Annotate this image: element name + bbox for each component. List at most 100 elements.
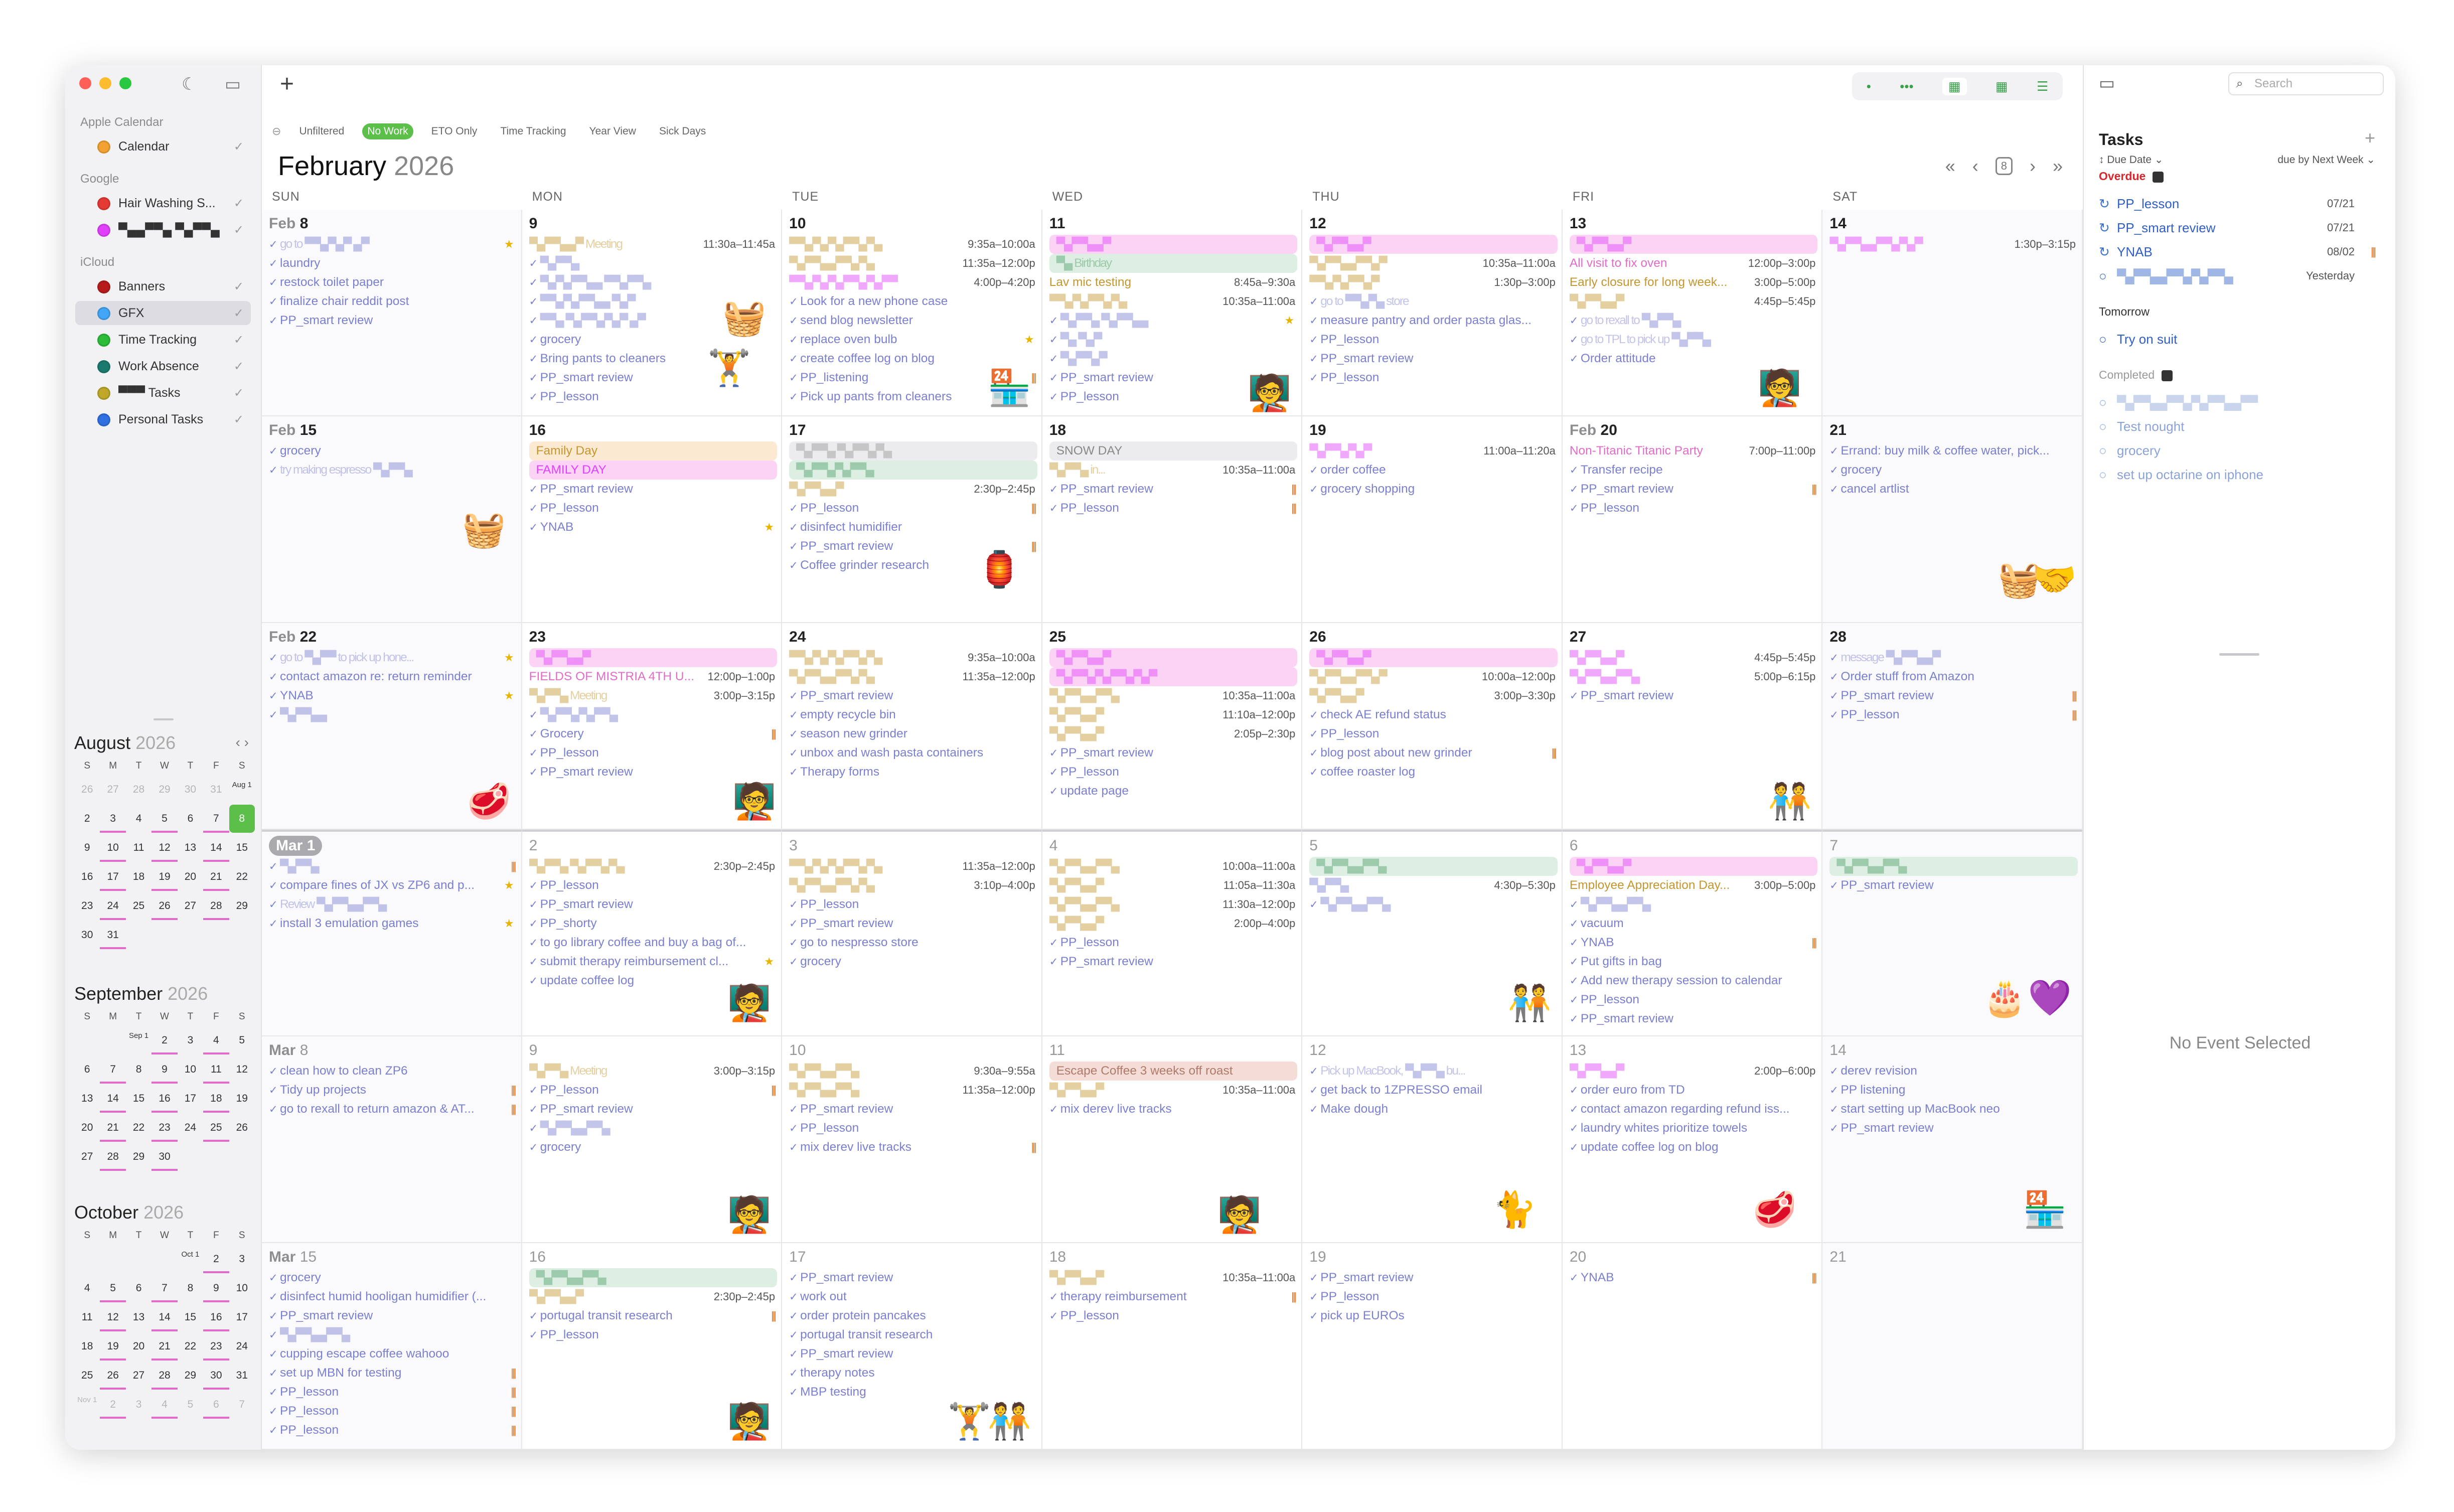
task-check-icon[interactable]: ✓ bbox=[789, 706, 800, 724]
task-check-icon[interactable]: ✓ bbox=[789, 518, 800, 537]
calendar-event[interactable]: ▀▀▄▀▄▀▄▀▀▄▀▄▀▀ 4:00p–4:20p bbox=[789, 273, 1037, 292]
mini-day[interactable]: 19 bbox=[100, 1332, 126, 1360]
task-check-icon[interactable]: ✓ bbox=[529, 518, 540, 537]
task-check-icon[interactable]: ✓ bbox=[1829, 1081, 1840, 1100]
mini-day[interactable]: 22 bbox=[229, 863, 255, 891]
mini-day[interactable]: 18 bbox=[74, 1332, 100, 1360]
resize-handle[interactable] bbox=[154, 718, 174, 720]
calendar-event[interactable]: ▀▄▀▀▄▄▀▀▄ 5:00p–6:15p bbox=[1570, 667, 1818, 686]
calendar-event[interactable]: ▀▄▀▀▄▄▀▀▄ 11:35a–12:00p bbox=[789, 1081, 1037, 1100]
calendar-event[interactable]: ✓ laundry whites prioritize towels bbox=[1570, 1119, 1818, 1138]
calendar-event[interactable]: ✓ ▀▄ ▀▄▀ bbox=[1049, 330, 1298, 349]
mini-day[interactable]: 7 bbox=[100, 1055, 126, 1084]
task-check-icon[interactable]: ✓ bbox=[529, 254, 540, 273]
mini-day[interactable]: 15 bbox=[229, 834, 255, 862]
mini-day[interactable]: 29 bbox=[178, 1362, 203, 1390]
calendar-event[interactable]: ▀▄▀▀▄▄▀ 10:35a–11:00a bbox=[1049, 1268, 1298, 1287]
day-cell[interactable]: 11 Escape Coffee 3 weeks off roast ▀▄▀▀▄▄▀… bbox=[1042, 1036, 1303, 1243]
task-check-icon[interactable]: ✓ bbox=[1049, 312, 1060, 330]
mini-day[interactable]: 14 bbox=[203, 834, 229, 862]
task-check-icon[interactable]: ✓ bbox=[529, 1307, 540, 1325]
calendar-event[interactable]: ✓ PP_lesson bbox=[1309, 330, 1558, 349]
mini-day[interactable]: 31 bbox=[229, 1362, 255, 1390]
calendar-event[interactable]: ✓ ▀▄▀▀▄▀▄▀▀▄ bbox=[529, 705, 778, 724]
mini-day[interactable]: Oct 1 bbox=[178, 1245, 203, 1273]
task-check-icon[interactable]: ✓ bbox=[529, 388, 540, 406]
calendar-event[interactable]: ✓ grocery bbox=[269, 441, 517, 461]
calendar-event[interactable]: ✓ therapy notes bbox=[789, 1364, 1037, 1383]
calendar-event[interactable]: ✓ try making espresso ▀▄▀▀▄ bbox=[269, 461, 517, 480]
calendar-event[interactable]: ▀▄▀▀▄▄▀ 2:30p–2:45p bbox=[789, 480, 1037, 499]
calendar-event[interactable]: ✓ MBP testing bbox=[789, 1383, 1037, 1402]
task-check-icon[interactable]: ✓ bbox=[269, 1288, 280, 1306]
task-check-icon[interactable]: ✓ bbox=[1829, 649, 1840, 667]
calendar-event[interactable]: ✓ Pick up MacBook, ▀▄▀▀▄ bu... bbox=[1309, 1062, 1558, 1081]
mini-day[interactable]: 26 bbox=[151, 892, 178, 920]
mini-day[interactable]: 19 bbox=[151, 863, 178, 891]
day-cell[interactable]: Feb 22 ✓ go to ▀▄▀▀ to pick up hone... ★ ✓ co… bbox=[262, 623, 522, 830]
calendar-event[interactable]: ✓ PP_lesson bbox=[529, 876, 778, 895]
day-cell[interactable]: 9 ▀▄▀▀▄▄▀ Meeting 11:30a–11:45a ✓ ▀▄▀▀▄ ✓ ▀▄▀▄… bbox=[522, 210, 783, 416]
mini-day[interactable]: 16 bbox=[151, 1085, 178, 1113]
day-cell[interactable]: 11 ▀▄▀▀▄▄▀ ▀▄ Birthday Lav mic testing 8:45a… bbox=[1042, 210, 1303, 416]
task-check-icon[interactable]: ✓ bbox=[1049, 744, 1060, 763]
calendar-event[interactable]: ✓ grocery bbox=[269, 1268, 517, 1287]
day-cell[interactable]: 14 ▀▄▀▀▄▄▀▀▄▀▄▀ 1:30p–3:15p bbox=[1822, 210, 2083, 416]
task-check-icon[interactable]: ✓ bbox=[269, 1383, 280, 1402]
calendar-event[interactable]: ▀▄▀▀▄ ▀▄▀▀▄▀▄ 2:30p–2:45p bbox=[529, 857, 778, 876]
mini-day[interactable]: 24 bbox=[100, 892, 126, 920]
mini-day[interactable]: 27 bbox=[126, 1362, 151, 1390]
task-check-icon[interactable]: ✓ bbox=[529, 1100, 540, 1119]
calendar-event[interactable]: ✓ PP_lesson bbox=[789, 1119, 1037, 1138]
calendar-event[interactable]: ✓ coffee roaster log bbox=[1309, 763, 1558, 782]
filter-chip[interactable]: Time Tracking bbox=[495, 123, 571, 139]
calendar-event[interactable]: ▀▄▀▀▄▄▀▀▄ 10:35a–11:00a bbox=[1049, 686, 1298, 705]
task-check-icon[interactable]: ✓ bbox=[269, 461, 280, 480]
calendar-event[interactable]: ✓ PP_lesson ||| bbox=[1049, 499, 1298, 518]
calendar-event[interactable]: ✓ Tidy up projects ||| bbox=[269, 1081, 517, 1100]
calendar-event[interactable]: ✓ PP_smart review bbox=[789, 1100, 1037, 1119]
calendar-event[interactable]: ✓ measure pantry and order pasta glas... bbox=[1309, 311, 1558, 330]
calendar-event[interactable]: ✓ work out bbox=[789, 1287, 1037, 1306]
task-check-icon[interactable]: ✓ bbox=[1570, 1100, 1581, 1119]
calendar-event[interactable]: ▀▄▀▀▄▄▀▀▄▀▄ 11:35a–12:00p bbox=[789, 254, 1037, 273]
task-check-icon[interactable]: ✓ bbox=[789, 744, 800, 763]
calendar-event[interactable]: ▀▄▀▀▄▄▀ 11:10a–12:00p bbox=[1049, 705, 1298, 724]
day-cell[interactable]: Mar 1 ✓ ▀▄▀▀▄ ||| ✓ compare fines of JX vs ZP… bbox=[262, 830, 522, 1036]
task-check-icon[interactable]: ✓ bbox=[529, 972, 540, 990]
task-check-icon[interactable]: ✓ bbox=[789, 350, 800, 368]
mini-day[interactable]: 28 bbox=[126, 776, 151, 804]
calendar-event[interactable]: ✓ portugal transit research ||| bbox=[529, 1306, 778, 1325]
calendar-event[interactable]: ✓ ▀▄▀▀▄▄▀▀▄ bbox=[529, 1119, 778, 1138]
mini-day[interactable]: 29 bbox=[151, 776, 177, 804]
calendar-event[interactable]: ✓ PP_lesson bbox=[1570, 499, 1818, 518]
mini-day[interactable]: Sep 1 bbox=[126, 1026, 151, 1054]
task-check-icon[interactable]: ✓ bbox=[1570, 687, 1581, 705]
mini-day[interactable]: 9 bbox=[203, 1274, 229, 1302]
task-status-icon[interactable]: ○ bbox=[2099, 395, 2117, 410]
mini-day[interactable]: 22 bbox=[126, 1114, 151, 1142]
task-item[interactable]: ○ ▀▄▀▀▄▄▀▀▄▀▄▀▀▄ Yesterday bbox=[2099, 265, 2380, 287]
calendar-event[interactable]: ✓ YNAB ★ bbox=[269, 686, 517, 705]
task-check-icon[interactable]: ✓ bbox=[1570, 461, 1581, 480]
calendar-event[interactable]: ✓ PP_lesson bbox=[1309, 1287, 1558, 1306]
mini-day[interactable]: 18 bbox=[203, 1085, 229, 1113]
day-cell[interactable]: 4 ▀▄▀▀▄▄▀▀▄ 10:00a–11:00a ▀▄▀▀▄▄▀ 11:05a–11:… bbox=[1042, 830, 1303, 1036]
task-check-icon[interactable]: ✓ bbox=[789, 1364, 800, 1383]
day-cell[interactable]: 17 ✓ PP_smart review ✓ work out ✓ order protei… bbox=[782, 1243, 1042, 1450]
task-check-icon[interactable]: ✓ bbox=[269, 1269, 280, 1287]
calendar-event[interactable]: ▀▄▀▀▄▄▀ 4:45p–5:45p bbox=[1570, 648, 1818, 667]
calendar-event[interactable]: ✓ finalize chair reddit post bbox=[269, 292, 517, 311]
calendar-source-item[interactable]: Time Tracking ✓ bbox=[75, 328, 251, 352]
calendar-event[interactable]: ✓ PP_lesson bbox=[1309, 724, 1558, 743]
mini-day[interactable]: 17 bbox=[100, 863, 126, 891]
calendar-event[interactable]: ▀▄▀▀▄▀▄▀ 11:00a–11:20a bbox=[1309, 441, 1558, 461]
task-status-icon[interactable]: ↻ bbox=[2099, 196, 2117, 212]
calendar-event[interactable]: ✓ Add new therapy session to calendar bbox=[1570, 971, 1818, 990]
calendar-event[interactable]: ✓ PP_smart review bbox=[1829, 876, 2078, 895]
calendar-event[interactable]: ✓ create coffee log on blog bbox=[789, 349, 1037, 368]
task-check-icon[interactable]: ✓ bbox=[269, 649, 280, 667]
mini-day[interactable]: 27 bbox=[74, 1143, 100, 1171]
mini-day[interactable]: 31 bbox=[203, 776, 229, 804]
mini-day[interactable]: 21 bbox=[203, 863, 229, 891]
